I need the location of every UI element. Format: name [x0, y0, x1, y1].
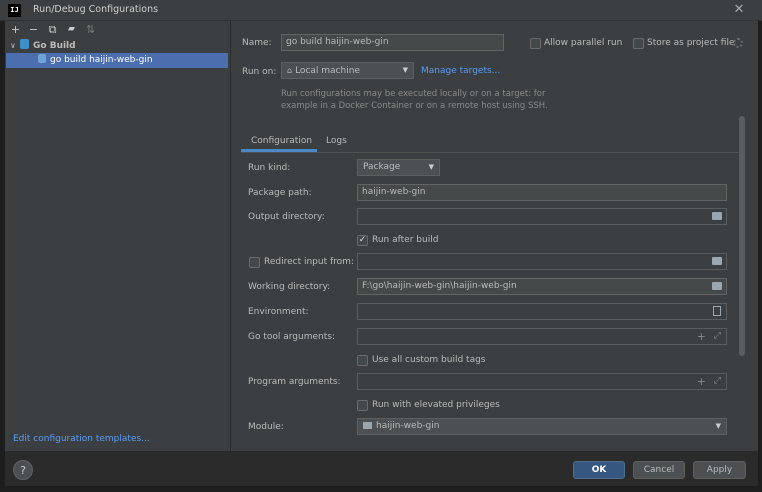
run-after-build-label: Run after build — [372, 235, 439, 245]
output-dir-field[interactable] — [357, 208, 727, 225]
plus-icon[interactable]: + — [697, 329, 706, 344]
remove-icon[interactable]: − — [27, 23, 40, 36]
run-on-hint-line2: example in a Docker Container or on a re… — [281, 101, 548, 111]
working-dir-label: Working directory: — [248, 282, 331, 292]
module-value: haijin-web-gin — [376, 421, 440, 431]
tree-item-label: go build haijin-web-gin — [50, 55, 153, 65]
tree-group-label: Go Build — [33, 41, 76, 51]
environment-label: Environment: — [248, 307, 309, 317]
outside-area-bottom — [0, 486, 762, 492]
copy-icon[interactable]: ⧉ — [46, 23, 59, 36]
sort-icon[interactable]: ⇅ — [84, 23, 97, 36]
chevron-down-icon[interactable]: ∨ — [10, 38, 20, 53]
manage-targets-link[interactable]: Manage targets... — [421, 66, 500, 76]
config-tree-pane — [5, 21, 230, 451]
run-kind-value: Package — [363, 162, 401, 172]
name-field[interactable]: go build haijin-web-gin — [281, 34, 504, 51]
module-label: Module: — [248, 422, 284, 432]
tree-group-go-build[interactable]: ∨ Go Build — [6, 38, 228, 53]
store-as-project-checkbox[interactable] — [633, 38, 644, 49]
go-tool-args-label: Go tool arguments: — [248, 332, 335, 342]
edit-templates-link[interactable]: Edit configuration templates... — [13, 434, 150, 444]
run-kind-select[interactable]: Package ▼ — [357, 159, 440, 176]
expand-icon[interactable]: ⤢ — [714, 374, 721, 389]
folder-icon[interactable] — [712, 212, 722, 220]
redirect-input-field[interactable] — [357, 253, 727, 270]
move-to-folder-icon[interactable]: ▰ — [65, 23, 78, 36]
go-build-icon — [20, 39, 29, 49]
home-icon: ⌂ — [287, 66, 293, 75]
chevron-down-icon: ▼ — [402, 66, 408, 74]
custom-build-tags-checkbox[interactable] — [357, 355, 368, 366]
redirect-input-label: Redirect input from: — [264, 257, 354, 267]
outside-area-right — [758, 21, 762, 492]
go-config-icon — [38, 54, 46, 63]
working-dir-field[interactable]: F:\go\haijin-web-gin\haijin-web-gin — [357, 278, 727, 295]
run-kind-label: Run kind: — [248, 163, 291, 173]
run-on-hint-line1: Run configurations may be executed local… — [281, 89, 546, 99]
allow-parallel-checkbox[interactable] — [530, 38, 541, 49]
module-select[interactable]: haijin-web-gin ▼ — [357, 418, 727, 435]
cancel-button[interactable]: Cancel — [633, 461, 685, 479]
folder-icon[interactable] — [712, 257, 722, 265]
tab-logs[interactable]: Logs — [326, 136, 347, 146]
store-as-project-label: Store as project file — [647, 38, 735, 48]
intellij-logo-icon: IJ — [8, 4, 21, 17]
custom-build-tags-label: Use all custom build tags — [372, 355, 486, 365]
chevron-down-icon: ▼ — [715, 422, 721, 430]
expand-icon[interactable]: ⤢ — [714, 329, 721, 344]
tabs-divider — [241, 152, 739, 153]
folder-icon[interactable] — [712, 282, 722, 290]
elevated-privileges-checkbox[interactable] — [357, 400, 368, 411]
run-on-select[interactable]: ⌂ Local machine ▼ — [281, 62, 414, 79]
chevron-down-icon: ▼ — [428, 163, 434, 171]
add-icon[interactable]: + — [9, 23, 22, 36]
package-path-label: Package path: — [248, 188, 312, 198]
run-on-value: Local machine — [295, 66, 360, 76]
module-folder-icon — [363, 422, 372, 429]
program-args-field[interactable]: + ⤢ — [357, 373, 727, 390]
name-label: Name: — [242, 38, 272, 48]
active-tab-indicator — [241, 149, 317, 152]
gear-icon[interactable] — [733, 38, 743, 48]
run-after-build-checkbox[interactable]: ✓ — [357, 235, 368, 246]
allow-parallel-label: Allow parallel run — [544, 38, 623, 48]
run-on-label: Run on: — [242, 67, 277, 77]
tab-configuration[interactable]: Configuration — [251, 136, 312, 146]
scrollbar[interactable] — [739, 116, 745, 356]
output-dir-label: Output directory: — [248, 212, 325, 222]
environment-field[interactable] — [357, 303, 727, 320]
ok-button[interactable]: OK — [573, 461, 625, 479]
close-icon[interactable]: ✕ — [733, 2, 745, 17]
window-title: Run/Debug Configurations — [33, 4, 159, 15]
elevated-privileges-label: Run with elevated privileges — [372, 400, 500, 410]
working-dir-value: F:\go\haijin-web-gin\haijin-web-gin — [362, 281, 517, 291]
program-args-label: Program arguments: — [248, 377, 341, 387]
plus-icon[interactable]: + — [697, 374, 706, 389]
title-bar: IJ Run/Debug Configurations ✕ — [0, 0, 762, 21]
apply-button[interactable]: Apply — [693, 461, 746, 479]
help-button[interactable]: ? — [13, 460, 33, 480]
package-path-field[interactable]: haijin-web-gin — [357, 184, 727, 201]
go-tool-args-field[interactable]: + ⤢ — [357, 328, 727, 345]
tree-item-go-build[interactable]: go build haijin-web-gin — [6, 53, 228, 68]
redirect-input-checkbox[interactable] — [249, 257, 260, 268]
document-icon[interactable] — [713, 306, 721, 316]
